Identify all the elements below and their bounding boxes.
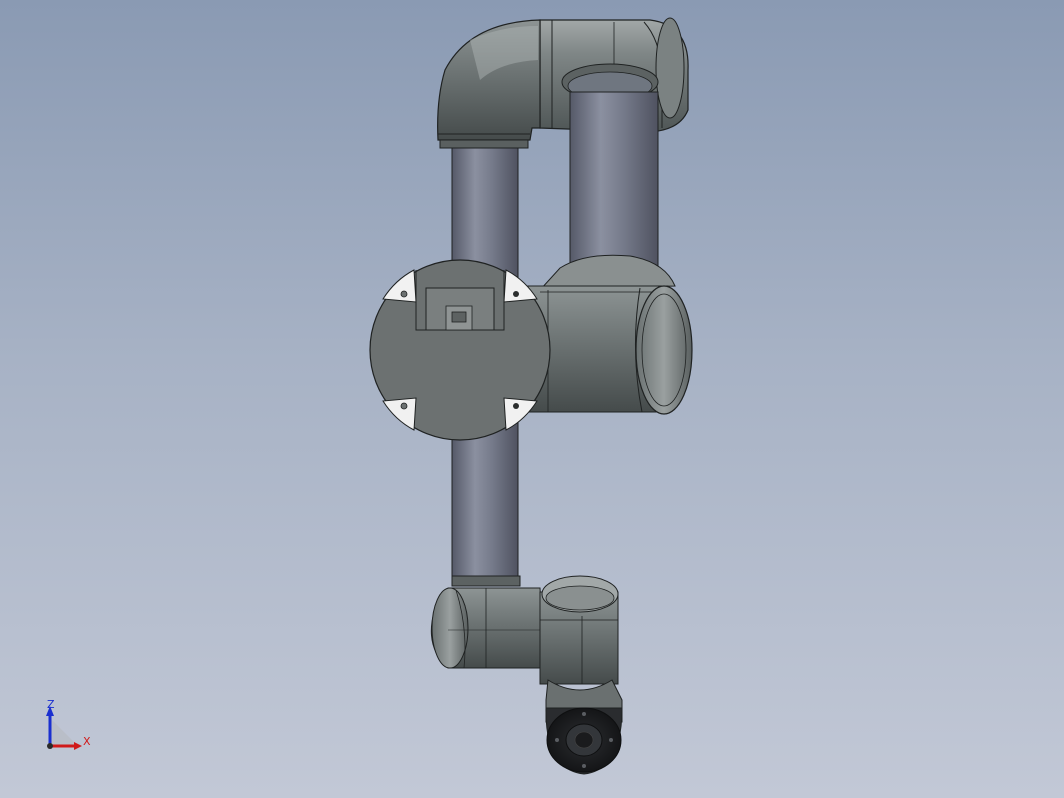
graphics-viewport[interactable]: Z X bbox=[0, 0, 1064, 798]
upper-arm-tube[interactable] bbox=[569, 91, 659, 275]
triad-plane-icon bbox=[50, 718, 78, 746]
wrist-joint-2[interactable] bbox=[539, 575, 623, 723]
base-mounting-plate[interactable] bbox=[369, 259, 551, 441]
z-axis-label: Z bbox=[47, 698, 55, 711]
wrist-joint-1[interactable] bbox=[430, 575, 545, 669]
robot-arm-model[interactable] bbox=[0, 0, 1064, 798]
axis-triad: Z X bbox=[38, 696, 98, 758]
x-arrow-icon bbox=[74, 742, 82, 750]
triad-origin-icon bbox=[47, 743, 53, 749]
elbow-joint[interactable] bbox=[527, 254, 693, 415]
x-axis-label: X bbox=[83, 735, 91, 748]
tool-flange[interactable] bbox=[545, 707, 623, 775]
